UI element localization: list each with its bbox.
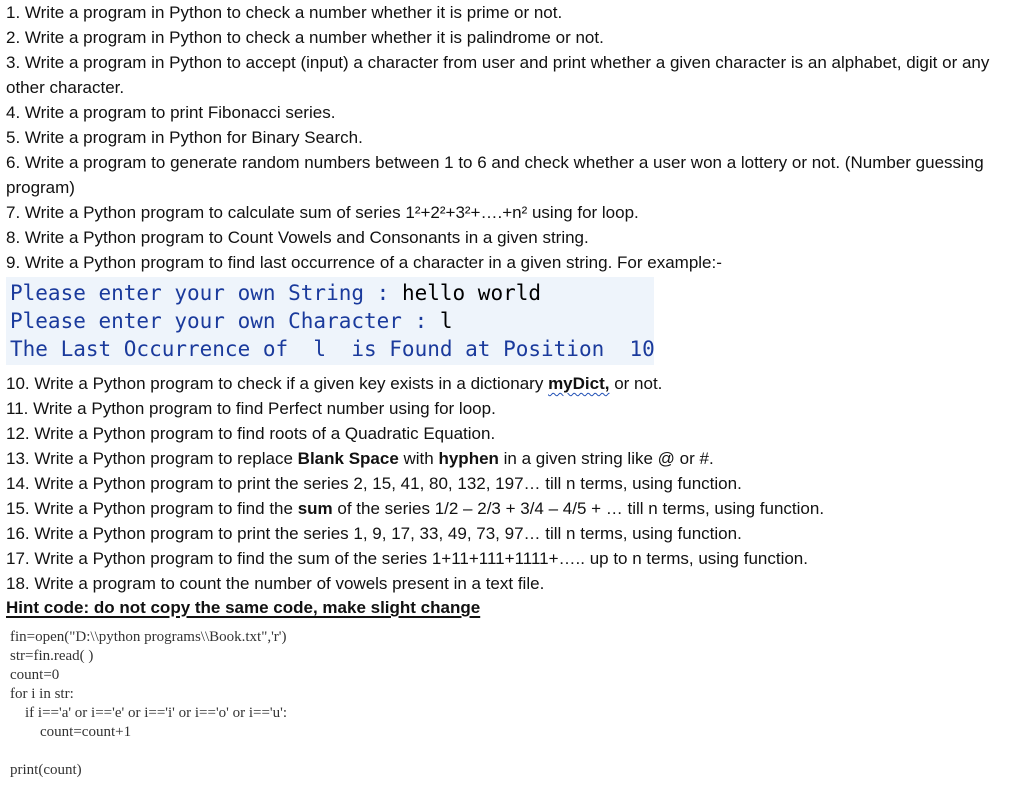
- question-10-tail: or not.: [609, 374, 663, 393]
- example-line-3: The Last Occurrence of l is Found at Pos…: [10, 337, 655, 361]
- question-15: 15. Write a Python program to find the s…: [6, 496, 1014, 521]
- question-1: 1. Write a program in Python to check a …: [6, 3, 563, 22]
- code-line: fin=open("D:\\python programs\\Book.txt"…: [10, 629, 287, 645]
- question-10-text: 10. Write a Python program to check if a…: [6, 374, 549, 393]
- code-line: for i in str:: [10, 686, 74, 702]
- question-5: 5. Write a program in Python for Binary …: [6, 128, 363, 147]
- question-13-mid: with: [398, 449, 439, 468]
- question-3: 3. Write a program in Python to accept (…: [6, 53, 990, 97]
- example-line-2-value: l: [439, 309, 453, 333]
- example-line-2-label: Please enter your own Character :: [10, 309, 440, 333]
- question-14: 14. Write a Python program to print the …: [6, 474, 742, 493]
- example-line-1-label: Please enter your own String :: [10, 281, 402, 305]
- example-line-2: Please enter your own Character : l: [10, 307, 650, 335]
- question-8: 8. Write a Python program to Count Vowel…: [6, 228, 589, 247]
- code-line: if i=='a' or i=='e' or i=='i' or i=='o' …: [10, 705, 288, 721]
- question-2: 2. Write a program in Python to check a …: [6, 28, 604, 47]
- question-13-tail: in a given string like @ or #.: [498, 449, 714, 468]
- example-line-1-value: hello world: [401, 281, 542, 305]
- code-line: print(count): [10, 762, 82, 778]
- code-line: [10, 742, 1014, 761]
- example-output-box: Please enter your own String : hello wor…: [6, 277, 655, 365]
- question-15-tail: of the series 1/2 – 2/3 + 3/4 – 4/5 + … …: [332, 499, 825, 518]
- question-18: 18. Write a program to count the number …: [6, 574, 545, 593]
- question-11: 11. Write a Python program to find Perfe…: [6, 399, 496, 418]
- question-15-bold-sum: sum: [297, 499, 333, 518]
- example-line-1: Please enter your own String : hello wor…: [10, 279, 650, 307]
- hint-heading: Hint code: do not copy the same code, ma…: [6, 598, 481, 617]
- question-13-bold-hyphen: hyphen: [438, 449, 499, 468]
- code-line: count=count+1: [10, 724, 132, 740]
- question-9: 9. Write a Python program to find last o…: [6, 253, 722, 272]
- question-10: 10. Write a Python program to check if a…: [6, 371, 1014, 396]
- question-4: 4. Write a program to print Fibonacci se…: [6, 103, 336, 122]
- question-13-bold-blank-space: Blank Space: [297, 449, 399, 468]
- document-page: 1. Write a program in Python to check a …: [6, 0, 1014, 780]
- question-13: 13. Write a Python program to replace Bl…: [6, 446, 1014, 471]
- question-15-text: 15. Write a Python program to find the: [6, 499, 298, 518]
- code-line: str=fin.read( ): [10, 648, 94, 664]
- question-6: 6. Write a program to generate random nu…: [6, 153, 984, 197]
- question-12: 12. Write a Python program to find roots…: [6, 424, 496, 443]
- question-17: 17. Write a Python program to find the s…: [6, 549, 808, 568]
- question-10-dict-name: myDict,: [548, 374, 610, 393]
- question-7: 7. Write a Python program to calculate s…: [6, 203, 639, 222]
- code-line: count=0: [10, 667, 60, 683]
- question-13-text: 13. Write a Python program to replace: [6, 449, 298, 468]
- code-snippet: fin=open("D:\\python programs\\Book.txt"…: [10, 628, 1014, 780]
- question-16: 16. Write a Python program to print the …: [6, 524, 742, 543]
